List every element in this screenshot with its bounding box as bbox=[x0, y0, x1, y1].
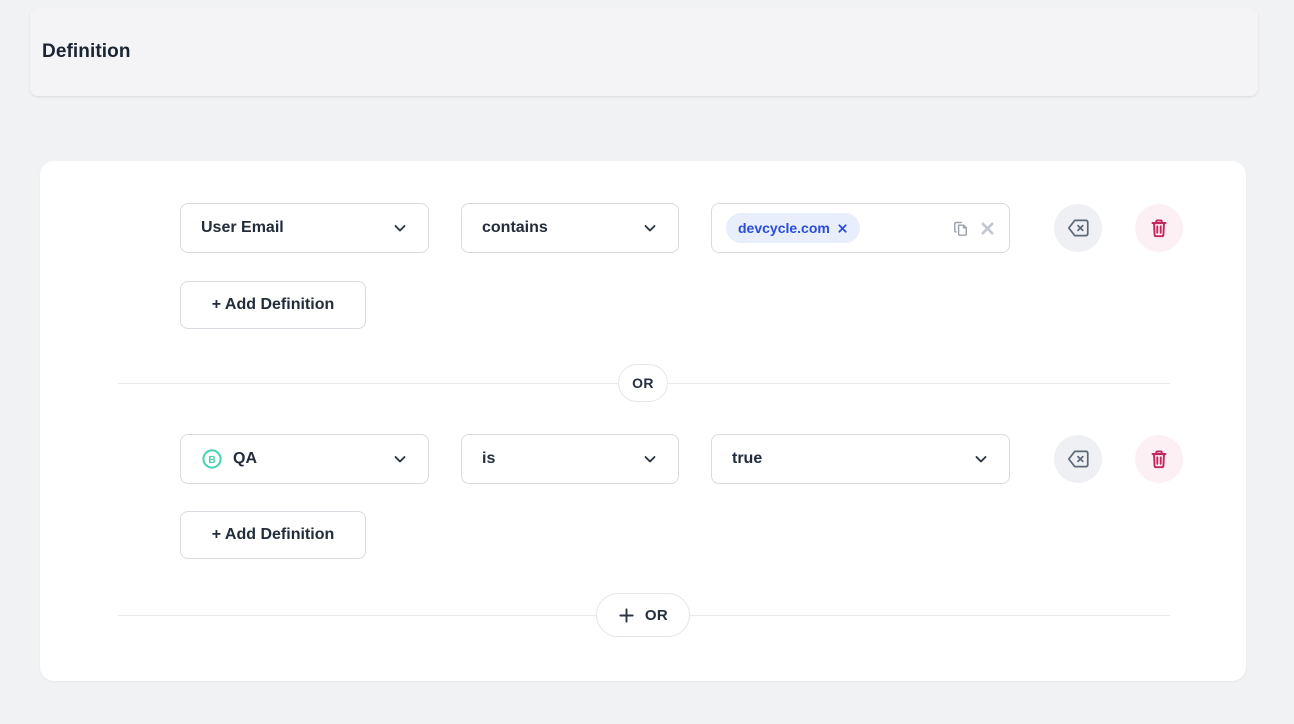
chevron-down-icon bbox=[642, 451, 658, 467]
comparator-select-value: is bbox=[482, 450, 495, 468]
chevron-down-icon bbox=[642, 220, 658, 236]
chevron-down-icon bbox=[392, 451, 408, 467]
comparator-select[interactable]: is bbox=[461, 434, 679, 484]
value-tags-input[interactable]: devcycle.com bbox=[711, 203, 1010, 253]
definition-card: User Email contains devcycle.com bbox=[40, 161, 1246, 681]
add-or-button-label: OR bbox=[645, 607, 668, 624]
remove-tag-icon[interactable] bbox=[837, 223, 848, 234]
delete-rule-button[interactable] bbox=[1135, 204, 1183, 252]
value-tag-text: devcycle.com bbox=[738, 220, 830, 236]
copy-icon[interactable] bbox=[950, 218, 971, 239]
chevron-down-icon bbox=[973, 451, 989, 467]
or-divider-badge: OR bbox=[618, 364, 668, 402]
add-definition-button[interactable]: + Add Definition bbox=[180, 511, 366, 559]
svg-text:B: B bbox=[208, 454, 216, 466]
backspace-icon bbox=[1065, 215, 1091, 241]
property-select-value: QA bbox=[233, 450, 257, 468]
trash-icon bbox=[1147, 216, 1171, 240]
clear-rule-button[interactable] bbox=[1054, 435, 1102, 483]
property-select[interactable]: User Email bbox=[180, 203, 429, 253]
delete-rule-button[interactable] bbox=[1135, 435, 1183, 483]
comparator-select-value: contains bbox=[482, 219, 548, 237]
property-select-value: User Email bbox=[201, 219, 284, 237]
comparator-select[interactable]: contains bbox=[461, 203, 679, 253]
add-definition-button[interactable]: + Add Definition bbox=[180, 281, 366, 329]
value-select-value: true bbox=[732, 450, 762, 468]
value-select[interactable]: true bbox=[711, 434, 1010, 484]
boolean-badge-icon: B bbox=[201, 448, 223, 470]
value-tag-chip: devcycle.com bbox=[726, 213, 860, 243]
backspace-icon bbox=[1065, 446, 1091, 472]
trash-icon bbox=[1147, 447, 1171, 471]
add-or-button[interactable]: OR bbox=[596, 593, 690, 637]
plus-icon bbox=[618, 607, 635, 624]
chevron-down-icon bbox=[392, 220, 408, 236]
definition-header-panel: Definition bbox=[30, 8, 1258, 96]
page-title: Definition bbox=[42, 41, 131, 63]
clear-rule-button[interactable] bbox=[1054, 204, 1102, 252]
clear-input-icon[interactable] bbox=[980, 221, 995, 236]
property-select[interactable]: B QA bbox=[180, 434, 429, 484]
